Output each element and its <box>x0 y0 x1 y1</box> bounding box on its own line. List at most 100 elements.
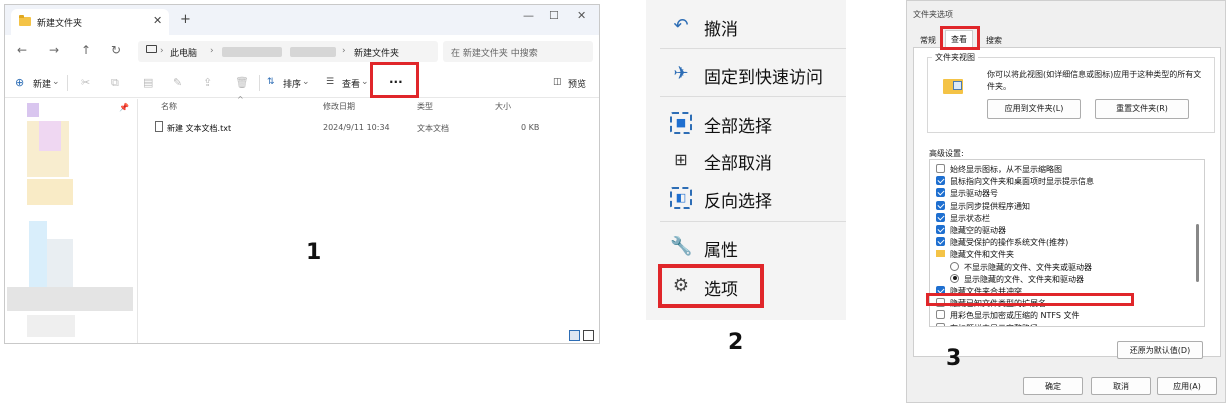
folder-icon <box>19 15 31 26</box>
search-input[interactable]: 在 新建文件夹 中搜索 <box>443 41 593 62</box>
checkbox-unchecked[interactable] <box>936 164 945 173</box>
blurred-path-segment <box>222 47 282 57</box>
restore-defaults-button[interactable]: 还原为默认值(D) <box>1117 341 1203 359</box>
menu-item-select-all[interactable]: ■ 全部选择 <box>646 105 846 141</box>
file-name[interactable]: 新建 文本文档.txt <box>167 123 231 134</box>
maximize-icon[interactable]: ☐ <box>549 9 559 22</box>
new-button[interactable]: 新建 <box>33 77 51 90</box>
menu-item-pin-quick-access[interactable]: ✈ 固定到快速访问 <box>646 56 846 92</box>
breadcrumb-current-folder[interactable]: 新建文件夹 <box>354 46 399 59</box>
file-date: 2024/9/11 10:34 <box>323 123 390 132</box>
command-bar: ⊕ 新建 ⌄ ✂ ⧉ ▤ ✎ ⇪ 🗑 ⇅ 排序 ⌄ ☰ 查看 ⌄ ··· ◫ 预… <box>5 68 599 98</box>
computer-icon <box>146 45 157 53</box>
file-type: 文本文档 <box>417 124 449 133</box>
advanced-setting-label: 显示状态栏 <box>950 213 990 223</box>
forward-icon[interactable]: → <box>49 43 59 57</box>
back-icon[interactable]: ← <box>17 43 27 57</box>
tab-close-icon[interactable]: ✕ <box>153 14 162 27</box>
divider <box>259 75 260 91</box>
radio-unselected[interactable] <box>950 261 959 271</box>
checkbox-checked[interactable] <box>936 225 945 234</box>
menu-item-properties[interactable]: 🔧 属性 <box>646 229 846 265</box>
breadcrumb[interactable]: › 此电脑 › › 新建文件夹 <box>138 41 438 62</box>
folder-options-dialog: 文件夹选项 常规 查看 搜索 文件夹视图 你可以将此视图(如详细信息或图标)应用… <box>906 0 1226 403</box>
blurred-nav-item <box>39 121 61 151</box>
tab-title: 新建文件夹 <box>37 19 83 29</box>
pin-icon: ✈ <box>673 63 689 84</box>
folder-icon <box>936 250 945 258</box>
menu-item-label: 固定到快速访问 <box>704 68 823 88</box>
checkbox-unchecked[interactable] <box>936 310 945 320</box>
apply-to-folders-button[interactable]: 应用到文件夹(L) <box>987 99 1081 119</box>
navigation-pane[interactable]: 📌 <box>5 99 137 343</box>
rename-icon[interactable]: ✎ <box>173 76 182 89</box>
checkbox-checked[interactable] <box>936 200 945 210</box>
share-icon[interactable]: ⇪ <box>203 76 212 89</box>
chevron-down-icon: ⌄ <box>52 77 60 87</box>
menu-divider <box>660 221 846 222</box>
blurred-nav-item <box>7 287 133 311</box>
blurred-nav-item <box>27 179 73 205</box>
menu-item-undo[interactable]: ↶ 撤消 <box>646 8 846 44</box>
checkbox-checked[interactable] <box>936 212 945 222</box>
group-legend: 文件夹视图 <box>932 52 978 63</box>
pin-icon: 📌 <box>119 103 129 112</box>
advanced-setting-label: 始终显示图标，从不显示缩略图 <box>950 165 1062 174</box>
preview-button[interactable]: 预览 <box>568 77 586 90</box>
paste-icon[interactable]: ▤ <box>143 76 153 89</box>
advanced-setting-label: 不显示隐藏的文件、文件夹或驱动器 <box>964 262 1092 272</box>
new-plus-icon: ⊕ <box>15 76 25 89</box>
column-header-name[interactable]: 名称 <box>161 101 177 112</box>
undo-icon: ↶ <box>673 15 689 36</box>
minimize-icon[interactable]: — <box>523 9 534 22</box>
breadcrumb-sep-icon: › <box>342 46 346 56</box>
reset-folders-button[interactable]: 重置文件夹(R) <box>1095 99 1189 119</box>
highlight-box <box>940 26 980 50</box>
radio-selected[interactable] <box>950 273 959 283</box>
sort-button[interactable]: 排序 <box>283 77 301 90</box>
search-placeholder: 在 新建文件夹 中搜索 <box>451 49 538 59</box>
pane-divider[interactable] <box>137 99 138 343</box>
scrollbar-thumb[interactable] <box>1196 224 1199 282</box>
title-bar: 新建文件夹 ✕ + — ☐ ✕ <box>5 5 599 35</box>
menu-item-label: 反向选择 <box>704 192 772 212</box>
chevron-down-icon: ⌄ <box>302 77 310 87</box>
cancel-button[interactable]: 取消 <box>1091 377 1151 395</box>
step-number: 2 <box>728 330 744 355</box>
menu-item-label: 属性 <box>704 241 738 261</box>
breadcrumb-this-pc[interactable]: 此电脑 <box>170 46 197 59</box>
close-window-icon[interactable]: ✕ <box>577 9 586 22</box>
menu-item-select-none[interactable]: ⊞ 全部取消 <box>646 142 846 178</box>
copy-icon[interactable]: ⧉ <box>111 76 119 90</box>
dialog-title: 文件夹选项 <box>913 10 953 19</box>
menu-divider <box>660 48 846 49</box>
file-explorer-window: 新建文件夹 ✕ + — ☐ ✕ ← → ↑ ↻ › 此电脑 › › 新建文件夹 … <box>4 4 600 344</box>
column-header-date[interactable]: 修改日期 <box>323 101 355 112</box>
cut-icon[interactable]: ✂ <box>81 76 90 89</box>
ok-button[interactable]: 确定 <box>1023 377 1083 395</box>
menu-item-label: 撤消 <box>704 20 738 40</box>
checkbox-unchecked[interactable] <box>936 322 945 326</box>
menu-divider <box>660 96 846 97</box>
up-icon[interactable]: ↑ <box>81 43 91 57</box>
menu-item-invert-selection[interactable]: ◧ 反向选择 <box>646 180 846 216</box>
tab-search[interactable]: 搜索 <box>981 32 1007 48</box>
tab-new-folder[interactable]: 新建文件夹 ✕ <box>11 9 169 35</box>
new-tab-icon[interactable]: + <box>180 12 191 27</box>
details-view-icon[interactable] <box>569 330 580 341</box>
tab-general[interactable]: 常规 <box>915 32 941 48</box>
checkbox-checked[interactable] <box>936 237 945 247</box>
apply-button[interactable]: 应用(A) <box>1157 377 1217 395</box>
refresh-icon[interactable]: ↻ <box>111 43 121 57</box>
view-button[interactable]: 查看 <box>342 77 360 90</box>
column-header-type[interactable]: 类型 <box>417 101 433 112</box>
delete-icon[interactable]: 🗑 <box>235 76 249 89</box>
checkbox-checked[interactable] <box>936 188 945 198</box>
column-header-size[interactable]: 大小 <box>495 101 511 112</box>
checkbox-checked[interactable] <box>936 176 945 186</box>
address-bar: ← → ↑ ↻ › 此电脑 › › 新建文件夹 在 新建文件夹 中搜索 <box>5 35 599 68</box>
tiles-view-icon[interactable] <box>583 330 594 341</box>
select-none-icon: ⊞ <box>674 150 688 169</box>
menu-item-label: 全部选择 <box>704 117 772 137</box>
view-icon: ☰ <box>326 77 335 87</box>
